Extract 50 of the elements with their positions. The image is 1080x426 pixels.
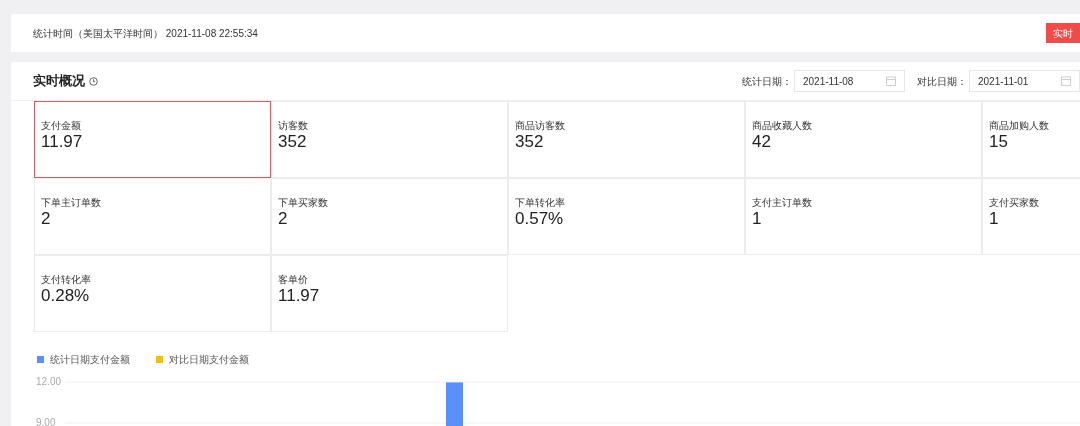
axis-label: 12.00 xyxy=(36,376,62,387)
date-label: 统计日期： xyxy=(742,74,792,89)
date-field[interactable]: 2021-11-08 xyxy=(794,70,905,92)
metric-label: 客单价 xyxy=(278,274,309,286)
realtime-button[interactable]: 实时 xyxy=(1046,23,1080,43)
metric-value: 352 xyxy=(515,132,545,152)
metric-value: 1 xyxy=(989,209,1000,229)
metric-label: 支付主订单数 xyxy=(752,197,813,209)
metric-card[interactable]: 支付转化率 0.28% xyxy=(34,255,271,332)
date-label: 对比日期： xyxy=(917,74,967,89)
metric-card[interactable]: 支付买家数 1 xyxy=(982,178,1080,255)
bar xyxy=(446,382,463,426)
calendar-icon xyxy=(1061,76,1071,86)
metric-value: 15 xyxy=(989,132,1009,152)
metric-card[interactable]: 下单转化率 0.57% xyxy=(508,178,745,255)
metric-card[interactable]: 客单价 11.97 xyxy=(271,255,508,332)
metric-value: 352 xyxy=(278,132,308,152)
metric-label: 下单主订单数 xyxy=(41,197,102,209)
metric-label: 下单买家数 xyxy=(278,197,329,209)
metric-label: 支付买家数 xyxy=(989,197,1040,209)
metric-label: 支付金额 xyxy=(41,120,82,132)
metric-value: 11.97 xyxy=(278,286,321,306)
section-title: 实时概况 xyxy=(33,72,85,91)
metric-card[interactable]: 访客数 352 xyxy=(271,101,508,178)
metric-card[interactable]: 商品访客数 352 xyxy=(508,101,745,178)
metric-card[interactable]: 商品收藏人数 42 xyxy=(745,101,982,178)
metric-value: 0.28% xyxy=(41,286,91,306)
metric-label: 访客数 xyxy=(278,120,309,132)
metric-value: 42 xyxy=(752,132,772,152)
metric-label: 商品访客数 xyxy=(515,120,566,132)
metric-value: 1 xyxy=(752,209,763,229)
metric-value: 2 xyxy=(41,209,52,229)
metric-card[interactable]: 下单买家数 2 xyxy=(271,178,508,255)
legend-label: 统计日期支付金额 xyxy=(50,353,130,367)
metric-card[interactable]: 商品加购人数 15 xyxy=(982,101,1080,178)
metric-label: 下单转化率 xyxy=(515,197,566,209)
metric-label: 商品加购人数 xyxy=(989,120,1050,132)
legend-label: 对比日期支付金额 xyxy=(169,353,249,367)
metric-value: 11.97 xyxy=(41,132,84,152)
calendar-icon xyxy=(886,76,896,86)
metric-card[interactable]: 支付主订单数 1 xyxy=(745,178,982,255)
stats-time-text: 统计时间（美国太平洋时间） 2021-11-08 22:55:34 xyxy=(33,26,258,41)
metric-card[interactable]: 支付金额 11.97 xyxy=(34,101,271,178)
metric-label: 支付转化率 xyxy=(41,274,92,286)
metric-card[interactable]: 下单主订单数 2 xyxy=(34,178,271,255)
metric-value: 2 xyxy=(278,209,289,229)
metric-value: 0.57% xyxy=(515,209,565,229)
date-field[interactable]: 2021-11-01 xyxy=(969,70,1080,92)
metric-label: 商品收藏人数 xyxy=(752,120,813,132)
axis-label: 9.00 xyxy=(36,417,56,426)
